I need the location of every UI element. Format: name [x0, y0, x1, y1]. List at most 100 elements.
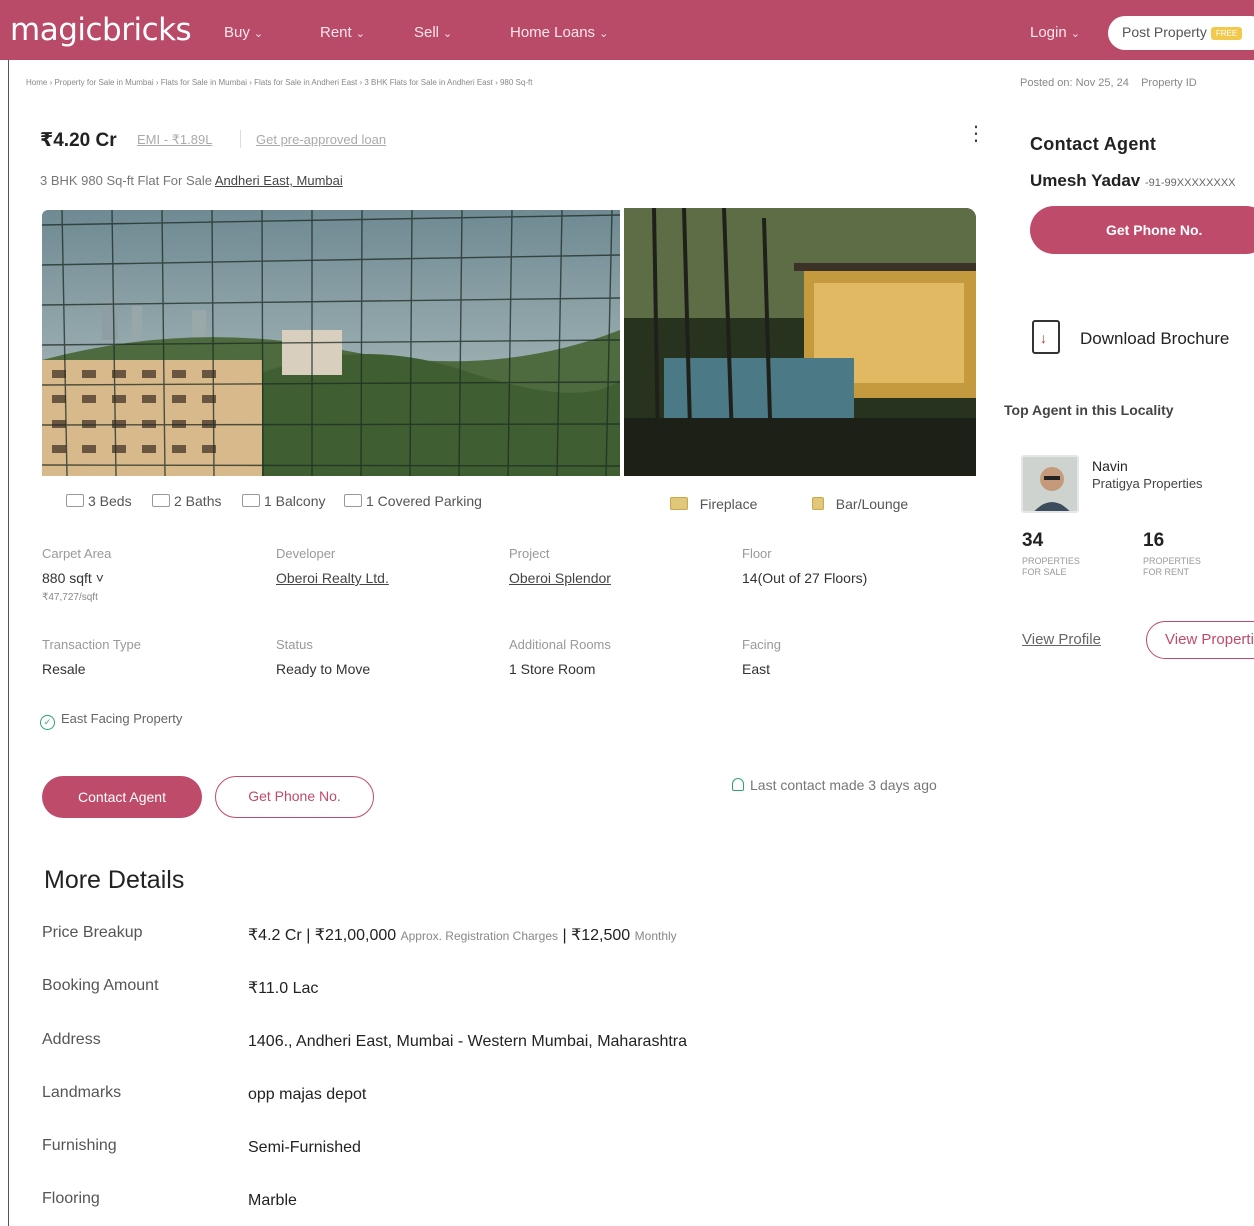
balcony-info: 1 Balcony	[242, 493, 325, 509]
car-icon	[344, 494, 362, 507]
balcony-icon	[242, 494, 260, 507]
transaction-type-value: Resale	[42, 661, 86, 677]
highlight-tag: ✓ East Facing Property	[40, 711, 182, 730]
sidebar-get-phone-button[interactable]: Get Phone No.	[1030, 206, 1254, 254]
floor-value: 14(Out of 27 Floors)	[742, 570, 868, 586]
contact-agent-button[interactable]: Contact Agent	[42, 776, 202, 818]
sale-count-label: PROPERTIES FOR SALE	[1022, 556, 1080, 578]
post-property-label: Post Property	[1122, 24, 1207, 40]
fireplace-info: Fireplace	[670, 496, 757, 512]
additional-rooms-value: 1 Store Room	[509, 661, 596, 677]
furnishing-value: Semi-Furnished	[248, 1139, 361, 1156]
fireplace-text: Fireplace	[699, 496, 758, 512]
agent-avatar	[1021, 455, 1079, 513]
post-property-button[interactable]: Post Property FREE	[1108, 16, 1254, 50]
download-document-icon	[1032, 320, 1060, 354]
landmarks-value: opp majas depot	[248, 1086, 367, 1103]
chevron-down-icon: ⌄	[1070, 28, 1080, 40]
user-icon	[732, 778, 744, 791]
furnishing-label: Furnishing	[42, 1137, 117, 1154]
parking-text: 1 Covered Parking	[366, 493, 482, 509]
landmarks-label: Landmarks	[42, 1084, 122, 1101]
breadcrumb[interactable]: Home › Property for Sale in Mumbai › Fla…	[26, 78, 532, 87]
carpet-area-value-text: 880 sqft	[42, 570, 92, 586]
project-label: Project	[509, 546, 550, 561]
carpet-area-value: 880 sqft ˅	[42, 570, 104, 586]
amenity-strip: 3 Beds 2 Baths 1 Balcony 1 Covered Parki…	[42, 476, 976, 512]
listing-subtitle: 3 BHK 980 Sq-ft Flat For Sale Andheri Ea…	[40, 173, 343, 188]
fireplace-icon	[670, 497, 688, 510]
top-agent-company: Pratigya Properties	[1092, 476, 1203, 491]
divider	[240, 130, 241, 148]
magicbricks-logo[interactable]: magicbricks	[10, 12, 192, 48]
nav-buy[interactable]: Buy ⌄	[224, 24, 263, 41]
developer-label: Developer	[276, 546, 336, 561]
agent-name-text: Umesh Yadav	[1030, 171, 1141, 190]
page-border	[8, 60, 9, 1226]
status-label: Status	[276, 637, 313, 652]
nav-rent[interactable]: Rent ⌄	[320, 24, 365, 41]
nav-home-loans-label: Home Loans	[510, 24, 596, 41]
contact-agent-title: Contact Agent	[1030, 134, 1157, 154]
sale-label-line2: FOR SALE	[1022, 567, 1067, 577]
beds-text: 3 Beds	[88, 493, 132, 509]
maintenance-note: Monthly	[634, 929, 677, 943]
price-breakup-value: ₹4.2 Cr | ₹21,00,000 Approx. Registratio…	[248, 925, 677, 945]
registration-note: Approx. Registration Charges	[400, 929, 559, 943]
building-photo-illustration	[42, 210, 620, 476]
bar-icon	[812, 497, 824, 510]
carpet-area-label: Carpet Area	[42, 546, 112, 561]
last-contact-note: Last contact made 3 days ago	[732, 777, 937, 793]
top-agent-heading: Top Agent in this Locality	[1004, 402, 1174, 418]
last-contact-text: Last contact made 3 days ago	[750, 777, 937, 793]
bar-text: Bar/Lounge	[835, 496, 909, 512]
nav-sell-label: Sell	[414, 24, 440, 41]
baths-info: 2 Baths	[152, 493, 221, 509]
pre-approved-loan-link[interactable]: Get pre-approved loan	[256, 132, 386, 147]
highlight-text: East Facing Property	[61, 711, 183, 726]
login-menu[interactable]: Login ⌄	[1030, 24, 1080, 41]
flooring-label: Flooring	[42, 1190, 100, 1207]
agent-avatar-illustration	[1023, 457, 1077, 511]
download-brochure[interactable]: Download Brochure	[1032, 320, 1229, 354]
address-value: 1406., Andheri East, Mumbai - Western Mu…	[248, 1033, 688, 1050]
emi-link[interactable]: EMI - ₹1.89L	[137, 132, 212, 148]
address-label: Address	[42, 1031, 101, 1048]
top-navbar: magicbricks Buy ⌄ Rent ⌄ Sell ⌄ Home Loans ⌄…	[0, 0, 1254, 60]
facing-label: Facing	[742, 637, 782, 652]
chevron-down-icon: ⌄	[253, 28, 264, 40]
nav-sell[interactable]: Sell ⌄	[414, 24, 452, 41]
maintenance-amount: | ₹12,500	[558, 927, 631, 944]
chevron-down-icon: ⌄	[443, 28, 453, 40]
posted-on-text: Posted on: Nov 25, 24	[1020, 77, 1129, 89]
property-photo-amenity[interactable]	[624, 208, 976, 476]
transaction-type-label: Transaction Type	[42, 637, 141, 652]
posted-date: Posted on: Nov 25, 24 Property ID	[1020, 77, 1197, 89]
locality-link[interactable]: Andheri East, Mumbai	[215, 173, 343, 188]
project-link[interactable]: Oberoi Splendor	[509, 570, 611, 586]
bath-icon	[152, 494, 170, 507]
agent-name: Umesh Yadav -91-99XXXXXXXX	[1030, 171, 1236, 191]
get-phone-button[interactable]: Get Phone No.	[215, 776, 374, 818]
chevron-down-icon: ⌄	[599, 28, 609, 40]
price-breakup-label: Price Breakup	[42, 924, 143, 941]
download-brochure-label: Download Brochure	[1080, 329, 1230, 348]
chevron-down-icon: ⌄	[355, 28, 365, 40]
additional-rooms-label: Additional Rooms	[509, 637, 611, 652]
view-properties-button[interactable]: View Properties	[1146, 621, 1254, 659]
view-profile-link[interactable]: View Profile	[1022, 631, 1101, 648]
property-id-label: Property ID	[1141, 77, 1197, 89]
nav-home-loans[interactable]: Home Loans ⌄	[510, 24, 608, 41]
bar-info: Bar/Lounge	[812, 496, 908, 512]
booking-amount-value: ₹11.0 Lac	[248, 980, 319, 997]
info-icon[interactable]: ˅	[96, 570, 104, 586]
facing-value: East	[742, 661, 771, 677]
developer-link[interactable]: Oberoi Realty Ltd.	[276, 570, 389, 586]
listing-subtitle-text: 3 BHK 980 Sq-ft Flat For Sale	[40, 173, 212, 188]
more-details-title: More Details	[44, 866, 185, 894]
more-options-icon[interactable]: ⋮	[966, 124, 986, 144]
price-breakup-amount: ₹4.2 Cr | ₹21,00,000	[248, 927, 397, 944]
rent-label-line2: FOR RENT	[1143, 567, 1189, 577]
sale-label-line1: PROPERTIES	[1022, 556, 1080, 566]
property-photo-main[interactable]	[42, 210, 620, 476]
